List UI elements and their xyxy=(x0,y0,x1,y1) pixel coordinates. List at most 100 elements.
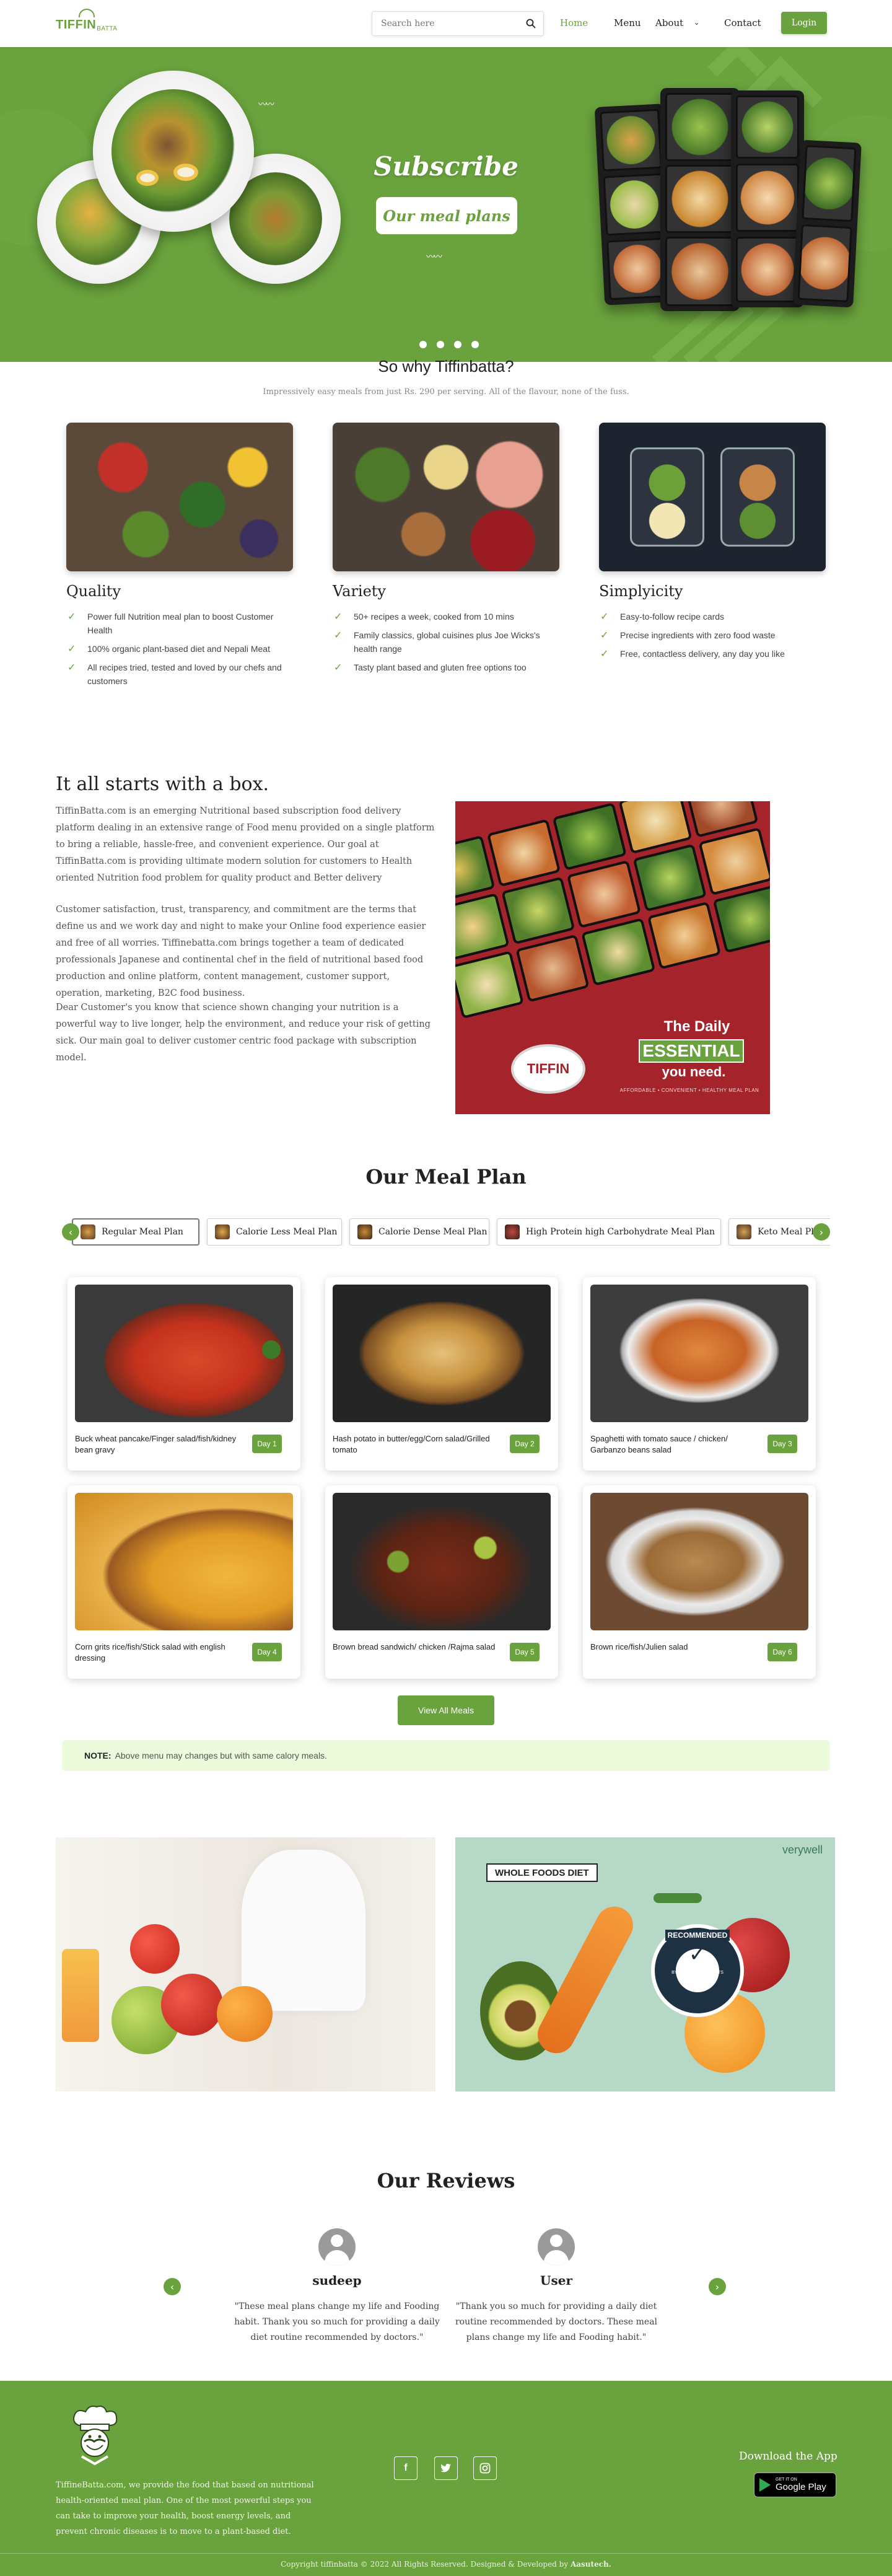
meal-image xyxy=(590,1493,808,1630)
developer-link[interactable]: Aasutech. xyxy=(571,2560,611,2569)
tab-thumbnail xyxy=(357,1224,372,1239)
image-caption-highlight: ESSENTIAL xyxy=(639,1039,744,1063)
search-icon[interactable] xyxy=(518,12,543,35)
check-icon: ✓ xyxy=(600,610,609,622)
avatar xyxy=(318,2228,356,2266)
tab-label: Regular Meal Plan xyxy=(102,1227,183,1237)
slider-dot[interactable] xyxy=(419,341,427,348)
slider-dot[interactable] xyxy=(471,341,479,348)
plate-image xyxy=(93,71,254,232)
simplicity-image xyxy=(599,423,826,571)
login-button[interactable]: Login xyxy=(781,12,827,34)
image-tagline: AFFORDABLE • CONVENIENT • HEALTHY MEAL P… xyxy=(619,1088,759,1093)
review-card: User "Thank you so much for providing a … xyxy=(449,2228,663,2345)
why-item-text: All recipes tried, tested and loved by o… xyxy=(87,662,282,686)
meal-plan-tabs: Regular Meal Plan Calorie Less Meal Plan… xyxy=(62,1218,830,1246)
meal-card[interactable]: Brown rice/fish/Julien salad Day 6 xyxy=(583,1485,816,1679)
slider-dot[interactable] xyxy=(437,341,444,348)
logo-subtext: BATTA xyxy=(97,25,118,32)
facebook-icon[interactable]: f xyxy=(394,2456,418,2480)
tab-label: Calorie Dense Meal Plan xyxy=(378,1227,488,1237)
tabs-prev-button[interactable]: ‹ xyxy=(62,1223,79,1241)
copyright: Copyright tiffinbatta © 2022 All Rights … xyxy=(0,2553,892,2569)
doctor-fruit-banner xyxy=(56,1837,435,2091)
image-caption: you need. xyxy=(662,1064,726,1079)
day-badge[interactable]: Day 3 xyxy=(767,1435,797,1453)
why-item: ✓ Tasty plant based and gluten free optio… xyxy=(333,661,559,674)
zigzag-decoration: 〰〰 xyxy=(258,100,274,110)
logo-text: TIFFIN xyxy=(56,18,97,32)
why-column-title: Simplyicity xyxy=(599,582,683,600)
why-item: ✓ Family classics, global cuisines plus J… xyxy=(333,628,559,656)
nav-menu[interactable]: Menu xyxy=(614,17,641,29)
check-icon: ✓ xyxy=(334,629,343,641)
why-column-title: Quality xyxy=(66,582,121,600)
meal-name: Hash potato in butter/egg/Corn salad/Gri… xyxy=(333,1434,490,1454)
view-all-meals-button[interactable]: View All Meals xyxy=(398,1695,494,1725)
logo-badge: TIFFIN xyxy=(511,1044,585,1094)
box-paragraph: TiffinBatta.com is an emerging Nutrition… xyxy=(56,806,435,883)
meal-card[interactable]: Brown bread sandwich/ chicken /Rajma sal… xyxy=(325,1485,558,1679)
tabs-next-button[interactable]: › xyxy=(813,1223,830,1241)
copyright-text: Copyright tiffinbatta © 2022 All Rights … xyxy=(281,2560,569,2569)
meal-image xyxy=(75,1493,293,1630)
meal-plans-button[interactable]: Our meal plans xyxy=(376,197,517,234)
box-title: It all starts with a box. xyxy=(56,773,269,795)
review-text: "These meal plans change my life and Foo… xyxy=(234,2301,440,2342)
instagram-icon[interactable] xyxy=(473,2456,497,2480)
slider-dots xyxy=(419,341,479,348)
why-item-text: 100% organic plant-based diet and Nepali… xyxy=(87,644,270,654)
day-badge[interactable]: Day 6 xyxy=(767,1643,797,1661)
meal-name: Brown bread sandwich/ chicken /Rajma sal… xyxy=(333,1642,496,1651)
nav-contact[interactable]: Contact xyxy=(724,17,761,29)
why-item: ✓ Power full Nutrition meal plan to boost… xyxy=(66,610,293,637)
meal-card[interactable]: Hash potato in butter/egg/Corn salad/Gri… xyxy=(325,1277,558,1470)
day-badge[interactable]: Day 5 xyxy=(510,1643,540,1661)
check-icon: ✓ xyxy=(334,610,343,622)
meal-card[interactable]: Buck wheat pancake/Finger salad/fish/kid… xyxy=(68,1277,300,1470)
tab-regular-meal-plan[interactable]: Regular Meal Plan xyxy=(72,1218,199,1246)
meal-card[interactable]: Corn grits rice/fish/Stick salad with en… xyxy=(68,1485,300,1679)
tab-high-protein-meal-plan[interactable]: High Protein high Carbohydrate Meal Plan xyxy=(497,1218,721,1246)
tab-thumbnail xyxy=(81,1224,95,1239)
search-box xyxy=(372,11,544,36)
why-column-title: Variety xyxy=(333,582,386,600)
nav-home[interactable]: Home xyxy=(560,17,588,29)
check-icon: ✓ xyxy=(68,661,76,673)
site-footer: TiffineBatta.com, we provide the food th… xyxy=(0,2381,892,2576)
slider-dot[interactable] xyxy=(454,341,461,348)
meal-image xyxy=(333,1493,551,1630)
tab-thumbnail xyxy=(505,1224,520,1239)
menu-note: NOTE: Above menu may changes but with sa… xyxy=(62,1740,830,1771)
day-badge[interactable]: Day 2 xyxy=(510,1435,540,1453)
check-icon: ✓ xyxy=(68,610,76,622)
meal-name: Corn grits rice/fish/Stick salad with en… xyxy=(75,1642,225,1663)
why-item: ✓ Precise ingredients with zero food wast… xyxy=(599,628,826,642)
tab-calorie-less-meal-plan[interactable]: Calorie Less Meal Plan xyxy=(207,1218,342,1246)
why-column-variety: Variety ✓ 50+ recipes a week, cooked from… xyxy=(333,423,559,679)
whole-foods-banner: WHOLE FOODS DIET verywell RECOMMENDED ✓ … xyxy=(455,1837,835,2091)
meal-name: Spaghetti with tomato sauce / chicken/ G… xyxy=(590,1434,728,1454)
box-paragraph: Customer satisfaction, trust, transparen… xyxy=(56,905,426,998)
google-play-button[interactable]: GET IT ON Google Play xyxy=(754,2473,836,2497)
tabs-track: Regular Meal Plan Calorie Less Meal Plan… xyxy=(71,1218,830,1246)
meal-tray-image xyxy=(792,139,862,308)
twitter-icon[interactable] xyxy=(434,2456,458,2480)
hero-slider: 〰〰 Subscribe Our meal plans 〰〰 xyxy=(0,47,892,362)
reviews-next-button[interactable]: › xyxy=(709,2278,726,2295)
logo[interactable]: TIFFINBATTA xyxy=(56,9,117,32)
reviews-title: Our Reviews xyxy=(377,2169,515,2192)
day-badge[interactable]: Day 4 xyxy=(252,1643,282,1661)
day-badge[interactable]: Day 1 xyxy=(252,1435,282,1453)
meal-card[interactable]: Spaghetti with tomato sauce / chicken/ G… xyxy=(583,1277,816,1470)
search-input[interactable] xyxy=(372,19,518,29)
chevron-down-icon[interactable]: ⌄ xyxy=(694,19,699,27)
meal-tray-image xyxy=(660,88,740,311)
reviews-prev-button[interactable]: ‹ xyxy=(164,2278,181,2295)
tab-calorie-dense-meal-plan[interactable]: Calorie Dense Meal Plan xyxy=(349,1218,489,1246)
check-icon: ✓ xyxy=(600,629,609,641)
verywell-brand: verywell xyxy=(782,1844,823,1856)
download-title: Download the App xyxy=(739,2450,837,2463)
nav-about[interactable]: About xyxy=(655,17,683,29)
meal-plan-title: Our Meal Plan xyxy=(365,1165,527,1189)
